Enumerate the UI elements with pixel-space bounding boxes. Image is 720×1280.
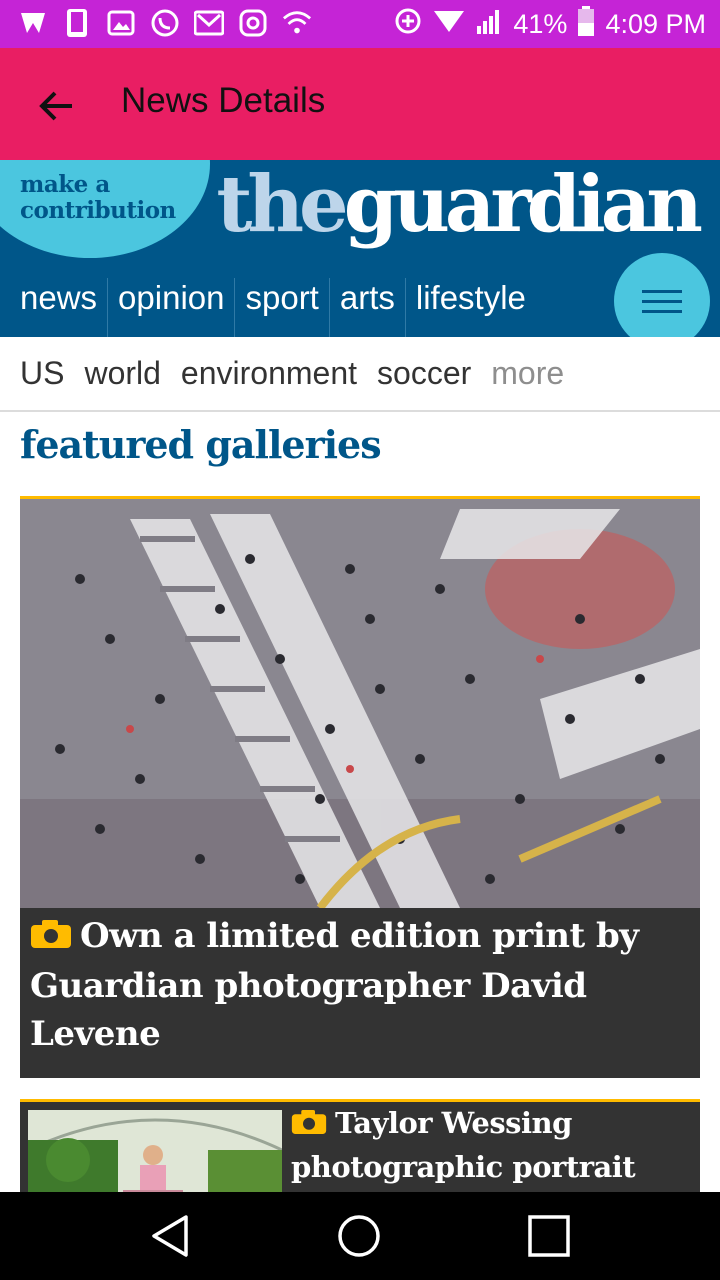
nav-recents-button[interactable] bbox=[525, 1212, 573, 1260]
triangle-back-icon bbox=[152, 1215, 188, 1257]
hamburger-bar bbox=[642, 309, 682, 313]
secondary-nav: US world environment soccer more bbox=[0, 337, 720, 412]
menu-button[interactable] bbox=[614, 253, 710, 349]
greenhouse-portrait-photo bbox=[28, 1110, 282, 1202]
subnav-us[interactable]: US bbox=[20, 355, 64, 392]
nav-arts[interactable]: arts bbox=[328, 278, 405, 337]
gallery-card-title-text: Own a limited edition print by Guardian … bbox=[30, 916, 639, 1054]
battery-percent: 41% bbox=[513, 8, 568, 39]
nav-back-button[interactable] bbox=[146, 1212, 194, 1260]
circle-home-icon bbox=[338, 1215, 380, 1257]
hamburger-bar bbox=[642, 299, 682, 303]
hamburger-icon bbox=[642, 289, 682, 293]
subnav-soccer[interactable]: soccer bbox=[377, 355, 471, 392]
app-bar: News Details bbox=[0, 48, 720, 160]
subnav-world[interactable]: world bbox=[84, 355, 160, 392]
wifi-icon bbox=[282, 8, 312, 38]
gallery-card-title-text: Taylor Wessing photographic portrait pri… bbox=[291, 1106, 636, 1202]
battery-icon bbox=[577, 5, 595, 43]
square-recents-icon bbox=[528, 1215, 570, 1257]
subnav-more[interactable]: more bbox=[491, 355, 564, 392]
nav-opinion[interactable]: opinion bbox=[107, 278, 234, 337]
subnav-environment[interactable]: environment bbox=[181, 355, 357, 392]
gallery-card[interactable]: Taylor Wessing photographic portrait pri… bbox=[20, 1099, 700, 1202]
crowd-crossing-photo bbox=[20, 499, 700, 908]
instagram-icon bbox=[238, 8, 268, 38]
nav-news[interactable]: news bbox=[0, 278, 107, 337]
status-bar: 41% 4:09 PM bbox=[0, 0, 720, 48]
guardian-header: make a contribution theguardian news opi… bbox=[0, 160, 720, 337]
nav-sport[interactable]: sport bbox=[234, 278, 328, 337]
gallery-card-title: Own a limited edition print by Guardian … bbox=[30, 912, 680, 1058]
section-title: featured galleries bbox=[20, 422, 382, 467]
clock: 4:09 PM bbox=[605, 8, 706, 39]
gallery-card-title: Taylor Wessing photographic portrait pri… bbox=[291, 1102, 691, 1202]
cell-signal-icon bbox=[475, 8, 503, 41]
arrow-left-icon bbox=[39, 91, 72, 121]
back-button[interactable] bbox=[30, 80, 82, 132]
nav-lifestyle[interactable]: lifestyle bbox=[404, 278, 536, 337]
data-saver-icon bbox=[393, 6, 423, 43]
page-title: News Details bbox=[121, 81, 326, 120]
vpn-shield-icon bbox=[18, 8, 48, 38]
system-nav-bar bbox=[0, 1192, 720, 1280]
contribution-label[interactable]: make a contribution bbox=[20, 172, 176, 224]
image-icon bbox=[106, 8, 136, 38]
gmail-icon bbox=[194, 8, 224, 38]
guardian-logo[interactable]: theguardian bbox=[216, 160, 703, 250]
camera-icon bbox=[291, 1104, 327, 1146]
whatsapp-icon bbox=[150, 8, 180, 38]
primary-nav: news opinion sport arts lifestyle bbox=[0, 278, 536, 337]
tablet-icon bbox=[62, 8, 92, 38]
camera-icon bbox=[30, 914, 72, 962]
wifi-signal-icon bbox=[433, 8, 465, 41]
gallery-card[interactable]: Own a limited edition print by Guardian … bbox=[20, 496, 700, 1078]
nav-home-button[interactable] bbox=[335, 1212, 383, 1260]
